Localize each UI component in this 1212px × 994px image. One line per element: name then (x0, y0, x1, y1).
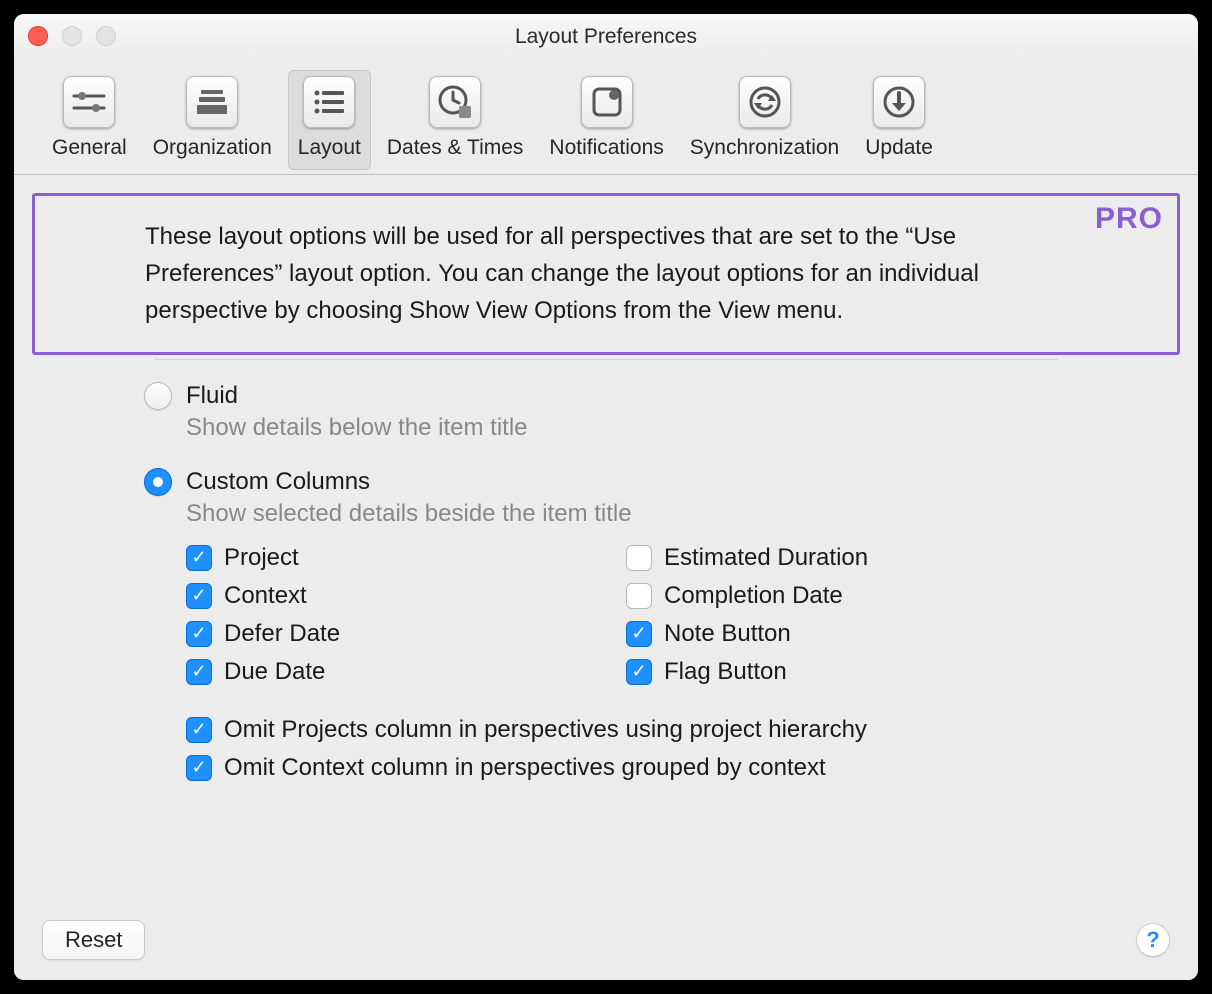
radio-icon (144, 382, 172, 410)
preferences-window: Layout Preferences General Organization … (14, 14, 1198, 980)
check-icon (626, 545, 652, 571)
notifications-icon (581, 76, 633, 128)
radio-custom-desc: Show selected details beside the item ti… (144, 500, 1198, 528)
checkbox-estimated-duration[interactable]: Estimated Duration (626, 544, 1066, 572)
window-title: Layout Preferences (515, 25, 697, 49)
check-icon: ✓ (186, 583, 212, 609)
checkbox-project[interactable]: ✓ Project (186, 544, 626, 572)
tab-label: General (52, 136, 127, 160)
reset-button[interactable]: Reset (42, 920, 145, 960)
sliders-icon (63, 76, 115, 128)
pro-badge: PRO (1095, 202, 1163, 236)
layout-options: Fluid Show details below the item title … (14, 382, 1198, 782)
tab-label: Notifications (549, 136, 663, 160)
tab-label: Update (865, 136, 933, 160)
checkbox-label: Omit Projects column in perspectives usi… (224, 716, 867, 744)
check-icon: ✓ (186, 755, 212, 781)
check-icon: ✓ (626, 659, 652, 685)
tab-synchronization[interactable]: Synchronization (680, 70, 849, 170)
stack-icon (186, 76, 238, 128)
checkbox-label: Estimated Duration (664, 544, 868, 572)
tab-dates-times[interactable]: Dates & Times (377, 70, 534, 170)
check-icon: ✓ (186, 659, 212, 685)
check-icon: ✓ (626, 621, 652, 647)
checkbox-note-button[interactable]: ✓ Note Button (626, 620, 1066, 648)
checkbox-label: Due Date (224, 658, 325, 686)
tab-label: Synchronization (690, 136, 839, 160)
tab-label: Dates & Times (387, 136, 524, 160)
download-icon (873, 76, 925, 128)
radio-fluid[interactable]: Fluid (144, 382, 1198, 410)
tab-label: Layout (298, 136, 361, 160)
list-layout-icon (303, 76, 355, 128)
checkbox-omit-projects[interactable]: ✓ Omit Projects column in perspectives u… (186, 716, 1198, 744)
tab-update[interactable]: Update (855, 70, 943, 170)
tab-layout[interactable]: Layout (288, 70, 371, 170)
checkbox-label: Completion Date (664, 582, 843, 610)
check-icon: ✓ (186, 621, 212, 647)
checkbox-flag-button[interactable]: ✓ Flag Button (626, 658, 1066, 686)
callout-text: These layout options will be used for al… (145, 218, 1067, 330)
clock-icon (429, 76, 481, 128)
window-controls (28, 26, 116, 46)
tab-general[interactable]: General (42, 70, 137, 170)
checkbox-label: Flag Button (664, 658, 787, 686)
prefs-toolbar: General Organization Layout Dates & Time… (14, 60, 1198, 175)
checkbox-omit-context[interactable]: ✓ Omit Context column in perspectives gr… (186, 754, 1198, 782)
omit-options: ✓ Omit Projects column in perspectives u… (186, 716, 1198, 782)
radio-custom-columns[interactable]: Custom Columns (144, 468, 1198, 496)
checkbox-defer-date[interactable]: ✓ Defer Date (186, 620, 626, 648)
zoom-window-button[interactable] (96, 26, 116, 46)
checkbox-label: Context (224, 582, 307, 610)
checkbox-due-date[interactable]: ✓ Due Date (186, 658, 626, 686)
help-button[interactable]: ? (1136, 923, 1170, 957)
checkbox-context[interactable]: ✓ Context (186, 582, 626, 610)
check-icon (626, 583, 652, 609)
titlebar: Layout Preferences (14, 14, 1198, 60)
minimize-window-button[interactable] (62, 26, 82, 46)
separator (154, 359, 1058, 360)
checkbox-label: Omit Context column in perspectives grou… (224, 754, 826, 782)
close-window-button[interactable] (28, 26, 48, 46)
radio-label: Fluid (186, 382, 238, 410)
tab-organization[interactable]: Organization (143, 70, 282, 170)
content-area: PRO These layout options will be used fo… (14, 175, 1198, 980)
checkbox-completion-date[interactable]: Completion Date (626, 582, 1066, 610)
checkbox-label: Project (224, 544, 299, 572)
checkbox-label: Defer Date (224, 620, 340, 648)
check-icon: ✓ (186, 545, 212, 571)
sync-icon (739, 76, 791, 128)
check-icon: ✓ (186, 717, 212, 743)
tab-label: Organization (153, 136, 272, 160)
footer: Reset ? (14, 900, 1198, 980)
radio-label: Custom Columns (186, 468, 370, 496)
tab-notifications[interactable]: Notifications (539, 70, 673, 170)
pro-callout: PRO These layout options will be used fo… (32, 193, 1180, 355)
radio-fluid-desc: Show details below the item title (144, 414, 1198, 442)
radio-icon (144, 468, 172, 496)
checkbox-label: Note Button (664, 620, 791, 648)
column-checkboxes: ✓ Project Estimated Duration ✓ Context C… (186, 544, 1198, 686)
